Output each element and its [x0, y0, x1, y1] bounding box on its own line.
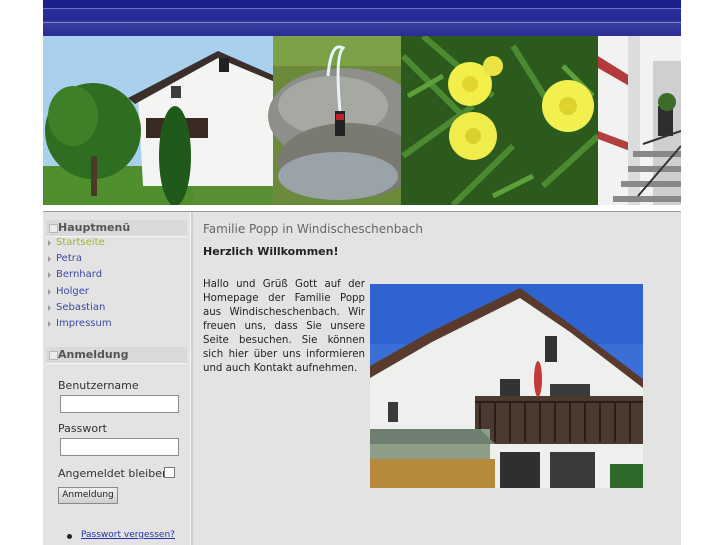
login-title: Anmeldung [58, 348, 129, 361]
header-stripe [43, 22, 681, 23]
login-header: Anmeldung [46, 347, 187, 364]
menu-item-label[interactable]: Sebastian [56, 302, 105, 313]
banner-divider [43, 205, 681, 212]
username-label: Benutzername [58, 379, 139, 392]
stairs-photo [598, 36, 681, 205]
page-container: Hauptmenü Startseite Petra Bernhard Holg… [43, 0, 681, 545]
bullet-icon [67, 534, 72, 539]
menu-square-icon [49, 224, 58, 233]
menu-square-icon [49, 351, 58, 360]
password-label: Passwort [58, 422, 107, 435]
remember-checkbox[interactable] [164, 467, 175, 478]
header-banner [43, 36, 681, 205]
arrow-right-icon [48, 305, 51, 311]
banner-collage [43, 36, 681, 205]
menu-item-label[interactable]: Holger [56, 286, 89, 297]
fountain-photo [268, 36, 418, 205]
header-stripe [43, 8, 681, 9]
arrow-right-icon [48, 321, 51, 327]
login-button[interactable]: Anmeldung [58, 487, 118, 504]
arrow-right-icon [48, 272, 51, 278]
main-menu-title: Hauptmenü [58, 221, 131, 234]
house-exterior-photo [370, 284, 643, 488]
main-menu-header: Hauptmenü [46, 220, 187, 237]
welcome-text: Hallo und Grüß Gott auf der Homepage der… [203, 279, 365, 374]
remember-label: Angemeldet bleiben [58, 467, 169, 480]
menu-item-label[interactable]: Impressum [56, 318, 112, 329]
forgot-password-link[interactable]: Passwort vergessen? [81, 530, 175, 540]
sidebar: Hauptmenü Startseite Petra Bernhard Holg… [43, 212, 190, 545]
menu-item-label[interactable]: Petra [56, 253, 82, 264]
yellow-flowers-photo [400, 36, 601, 205]
house-photo [43, 36, 275, 205]
menu-item-label[interactable]: Startseite [56, 237, 105, 248]
page-title: Familie Popp in Windischeschenbach [203, 222, 423, 236]
arrow-right-icon [48, 256, 51, 262]
house-exterior-image [370, 284, 643, 488]
username-field[interactable] [60, 395, 179, 413]
menu-item-label[interactable]: Bernhard [56, 269, 102, 280]
arrow-right-icon [48, 289, 51, 295]
main-content: Familie Popp in Windischeschenbach Herzl… [193, 212, 681, 545]
header-bar [43, 0, 681, 36]
password-field[interactable] [60, 438, 179, 456]
welcome-heading: Herzlich Willkommen! [203, 245, 339, 258]
arrow-right-icon [48, 240, 51, 246]
